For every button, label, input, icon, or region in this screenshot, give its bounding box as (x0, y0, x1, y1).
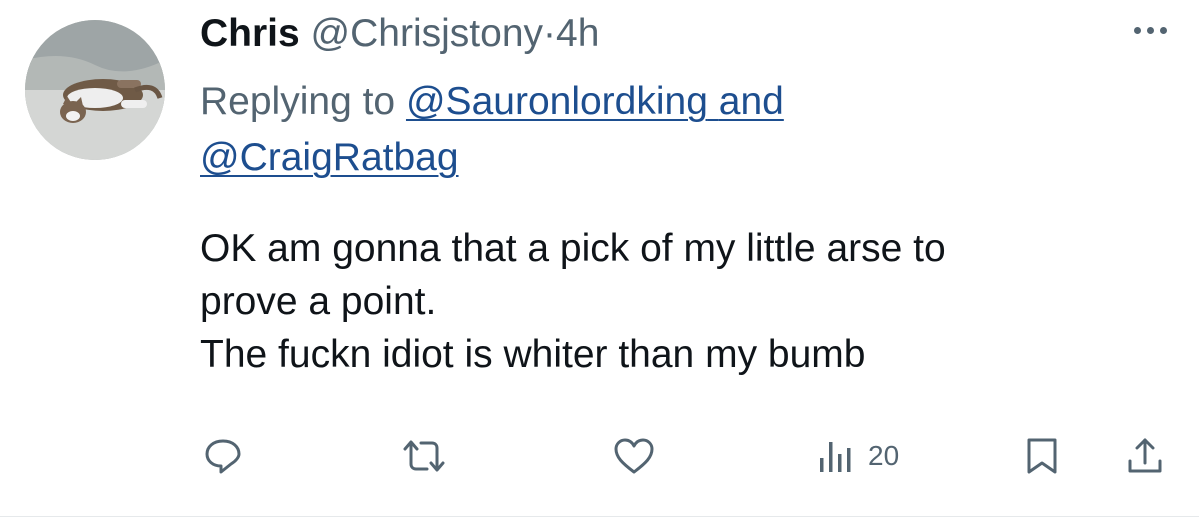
share-button[interactable] (1125, 434, 1165, 478)
timestamp[interactable]: 4h (556, 12, 599, 55)
reply-mention-craigratbag[interactable]: @CraigRatbag (200, 136, 459, 179)
share-icon (1128, 438, 1162, 473)
retweet-button[interactable] (401, 434, 447, 478)
author-handle[interactable]: @Chrisjstony (311, 12, 543, 55)
views-icon (820, 442, 851, 472)
tweet-text-line: prove a point. (200, 280, 437, 323)
more-options-icon[interactable] (1128, 20, 1172, 40)
like-icon (614, 438, 654, 474)
bookmark-button[interactable] (1025, 434, 1059, 478)
replying-to-label: Replying to (200, 80, 396, 123)
tweet-header: Chris @Chrisjstony·4h (200, 6, 599, 62)
replying-to: Replying to @Sauronlordking and @CraigRa… (200, 74, 1100, 186)
separator-dot: · (543, 12, 557, 55)
author-name[interactable]: Chris (200, 12, 300, 55)
reply-button[interactable] (203, 434, 243, 478)
tweet-text-line: OK am gonna that a pick of my little ars… (200, 227, 946, 270)
avatar-cat-image (25, 20, 165, 160)
bookmark-icon (1027, 438, 1057, 474)
views-count: 20 (868, 440, 900, 471)
tweet-text: OK am gonna that a pick of my little ars… (200, 222, 1180, 381)
reply-mention-sauronlordking[interactable]: @Sauronlordking and (406, 80, 784, 123)
bottom-divider (0, 516, 1199, 517)
tweet-text-line: The fuckn idiot is whiter than my bumb (200, 333, 866, 376)
reply-icon (205, 439, 241, 474)
views-button[interactable]: 20 (818, 434, 899, 478)
retweet-icon (403, 440, 445, 472)
like-button[interactable] (612, 434, 656, 478)
avatar[interactable] (25, 20, 165, 160)
